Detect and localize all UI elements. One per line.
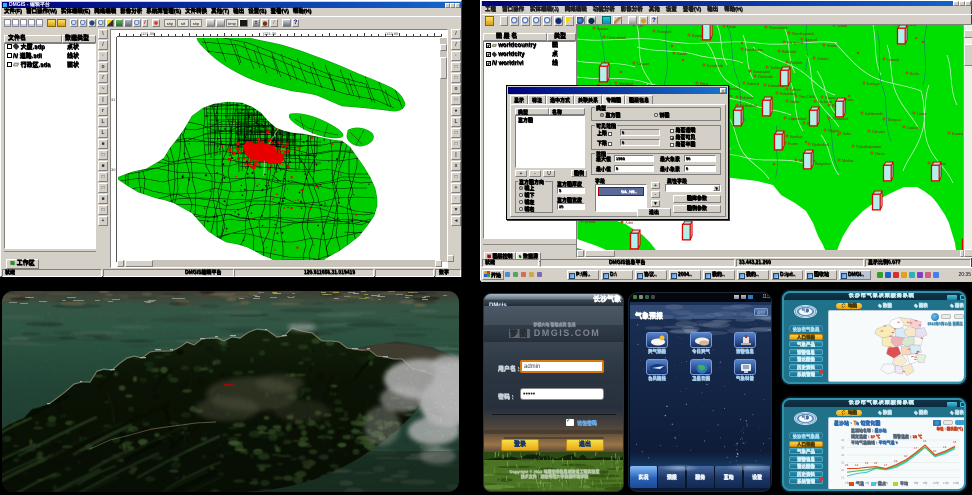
svg-text:Kathmandu: Kathmandu <box>865 112 883 116</box>
svg-text:9旬: 9旬 <box>923 481 928 485</box>
svg-text:Calcutta: Calcutta <box>872 130 885 134</box>
svg-text:Balkhash: Balkhash <box>782 50 796 54</box>
svg-text:23: 23 <box>845 463 849 467</box>
svg-text:12旬: 12旬 <box>953 481 959 485</box>
svg-text:Madras: Madras <box>842 159 854 163</box>
svg-text:Novokuznetsk: Novokuznetsk <box>792 32 814 36</box>
svg-text:Ahmedabad: Ahmedabad <box>788 117 806 121</box>
svg-text:13: 13 <box>943 445 947 449</box>
svg-text:Patna: Patna <box>845 98 854 102</box>
svg-text:Gauhati: Gauhati <box>907 126 919 130</box>
svg-text:15: 15 <box>865 461 869 465</box>
svg-text:Barnaul: Barnaul <box>805 38 817 42</box>
svg-text:17: 17 <box>914 446 918 450</box>
svg-text:Novosibirsk: Novosibirsk <box>769 26 788 30</box>
svg-text:Caspian: Caspian <box>637 62 649 66</box>
svg-text:Omsk: Omsk <box>727 25 736 29</box>
svg-text:Tomsk: Tomsk <box>837 25 847 28</box>
svg-text:Semey: Semey <box>827 44 837 48</box>
svg-text:Poona: Poona <box>788 142 798 146</box>
svg-text:Petropavl: Petropavl <box>657 30 672 34</box>
svg-text:10: 10 <box>904 454 908 458</box>
svg-text:Karaganda: Karaganda <box>787 41 804 45</box>
svg-text:Dushanbe: Dushanbe <box>758 75 773 79</box>
svg-text:Korla: Korla <box>910 72 919 76</box>
svg-text:Thimphu: Thimphu <box>887 118 901 122</box>
svg-text:11旬: 11旬 <box>943 481 949 485</box>
svg-text:Hyderabad: Hyderabad <box>812 143 829 147</box>
svg-text:Aden: Aden <box>625 221 633 225</box>
svg-text:Kanpur: Kanpur <box>825 96 837 100</box>
svg-text:Vishakhapatnam: Vishakhapatnam <box>856 145 881 149</box>
svg-text:13: 13 <box>923 439 927 443</box>
svg-text:Chelyabinsk: Chelyabinsk <box>607 36 626 40</box>
svg-text:Bishkek: Bishkek <box>790 61 803 65</box>
svg-text:35: 35 <box>841 446 845 450</box>
svg-text:Dacca: Dacca <box>875 152 885 156</box>
svg-text:Urumqi: Urumqi <box>887 58 899 62</box>
svg-text:8旬: 8旬 <box>914 481 919 485</box>
svg-text:Kazakhstan: Kazakhstan <box>745 48 763 52</box>
svg-text:15: 15 <box>953 440 957 444</box>
svg-text:Lucknow: Lucknow <box>818 100 833 104</box>
svg-text:3旬: 3旬 <box>865 481 870 485</box>
svg-text:15: 15 <box>841 476 845 480</box>
svg-text:13: 13 <box>855 463 859 467</box>
svg-text:Bangalore: Bangalore <box>815 162 831 166</box>
svg-text:22: 22 <box>874 461 878 465</box>
svg-text:17: 17 <box>884 463 888 467</box>
svg-text:Eritrea: Eritrea <box>585 220 596 224</box>
svg-text:Pakistan: Pakistan <box>740 96 753 100</box>
svg-text:Faisalabad: Faisalabad <box>780 92 796 96</box>
svg-text:Samarkand: Samarkand <box>753 70 770 74</box>
svg-text:20: 20 <box>841 468 845 472</box>
svg-text:30: 30 <box>841 453 845 457</box>
svg-text:Almaty: Almaty <box>817 57 828 61</box>
svg-text:Kyzylorda: Kyzylorda <box>707 64 723 68</box>
svg-text:Aralsk: Aralsk <box>677 52 687 56</box>
svg-text:10: 10 <box>933 449 937 453</box>
svg-text:Ufa: Ufa <box>637 25 643 28</box>
svg-text:Jaipur: Jaipur <box>790 100 800 104</box>
svg-text:Kabul: Kabul <box>747 82 756 86</box>
svg-text:New Delhi: New Delhi <box>799 95 816 99</box>
svg-text:India: India <box>843 132 851 136</box>
svg-text:Allahabad: Allahabad <box>832 117 848 121</box>
svg-text:Lhasa: Lhasa <box>917 112 926 116</box>
svg-text:19: 19 <box>894 459 898 463</box>
svg-text:10旬: 10旬 <box>933 481 939 485</box>
svg-text:Nagpur: Nagpur <box>828 129 840 133</box>
svg-text:40: 40 <box>841 438 845 442</box>
svg-text:Kashgar: Kashgar <box>867 82 880 86</box>
svg-text:Samara: Samara <box>597 27 609 31</box>
svg-text:Bombay: Bombay <box>790 135 803 139</box>
